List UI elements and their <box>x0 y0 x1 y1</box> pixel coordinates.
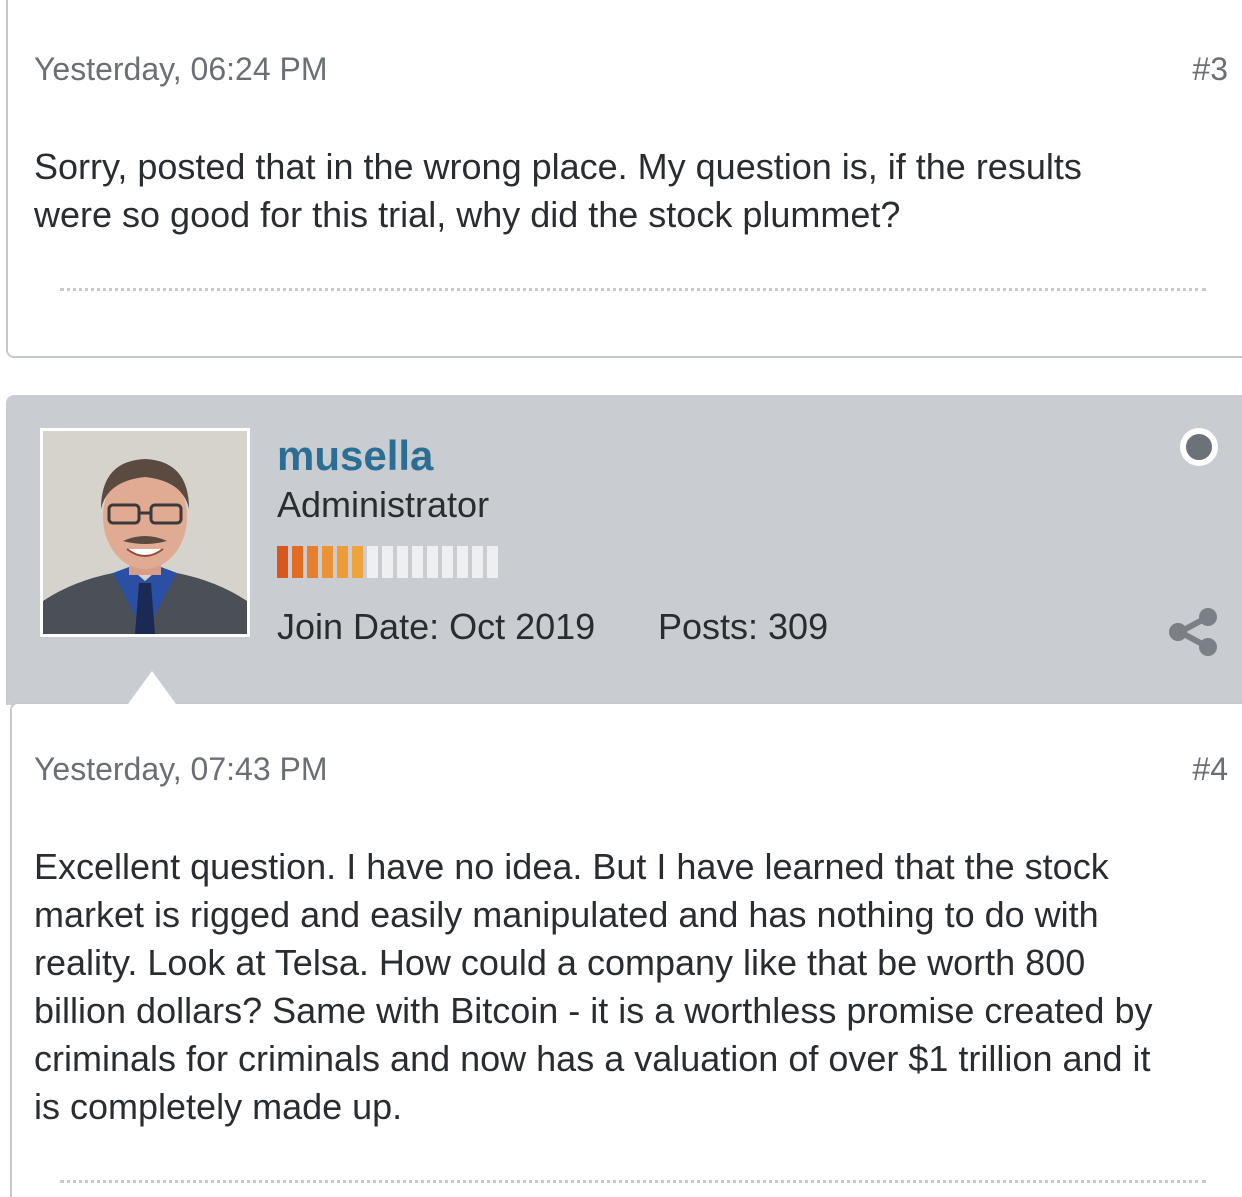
reputation-segment-empty <box>457 546 468 578</box>
offline-status-dot-icon <box>1180 428 1218 466</box>
reputation-bar <box>277 546 498 578</box>
reputation-segment-empty <box>472 546 483 578</box>
post-3-permalink[interactable]: #3 <box>1192 51 1228 88</box>
post-3-date: Yesterday, 06:24 PM <box>34 51 328 87</box>
post-3-body: Sorry, posted that in the wrong place. M… <box>34 143 1082 239</box>
reputation-segment-empty <box>442 546 453 578</box>
author-join-date: Join Date: Oct 2019 <box>277 606 596 647</box>
share-icon[interactable] <box>1168 608 1218 656</box>
post-3-body-line: Sorry, posted that in the wrong place. M… <box>34 146 1082 187</box>
reputation-segment-empty <box>367 546 378 578</box>
post-4-body-line: is completely made up. <box>34 1086 403 1127</box>
author-avatar[interactable] <box>40 428 250 637</box>
reputation-segment-empty <box>397 546 408 578</box>
author-post-count: Posts: 309 <box>658 606 829 647</box>
avatar-portrait <box>43 431 247 634</box>
author-role: Administrator <box>277 484 490 525</box>
post-3-body-line: were so good for this trial, why did the… <box>34 194 901 235</box>
post-4-permalink[interactable]: #4 <box>1192 751 1228 788</box>
post-4-body-line: billion dollars? Same with Bitcoin - it … <box>34 990 1153 1031</box>
post-4-body-line: Excellent question. I have no idea. But … <box>34 846 1109 887</box>
forum-thread-page: Yesterday, 06:24 PM #3 Sorry, posted tha… <box>0 0 1242 1197</box>
post-3-separator <box>60 288 1206 291</box>
post-4-body-line: reality. Look at Telsa. How could a comp… <box>34 942 1086 983</box>
reputation-segment-filled <box>322 546 333 578</box>
reputation-segment-filled <box>292 546 303 578</box>
post-4-date: Yesterday, 07:43 PM <box>34 751 328 787</box>
post-pointer-arrow <box>128 671 176 704</box>
reputation-segment-empty <box>487 546 498 578</box>
author-username-link[interactable]: musella <box>277 432 433 480</box>
reputation-segment-filled <box>307 546 318 578</box>
post-4-body-line: market is rigged and easily manipulated … <box>34 894 1099 935</box>
post-4-body-line: criminals for criminals and now has a va… <box>34 1038 1151 1079</box>
reputation-segment-empty <box>382 546 393 578</box>
reputation-segment-empty <box>412 546 423 578</box>
reputation-segment-filled <box>352 546 363 578</box>
reputation-segment-empty <box>427 546 438 578</box>
post-4-body: Excellent question. I have no idea. But … <box>34 843 1152 1131</box>
post-4-separator <box>60 1180 1206 1183</box>
reputation-segment-filled <box>337 546 348 578</box>
reputation-segment-filled <box>277 546 288 578</box>
